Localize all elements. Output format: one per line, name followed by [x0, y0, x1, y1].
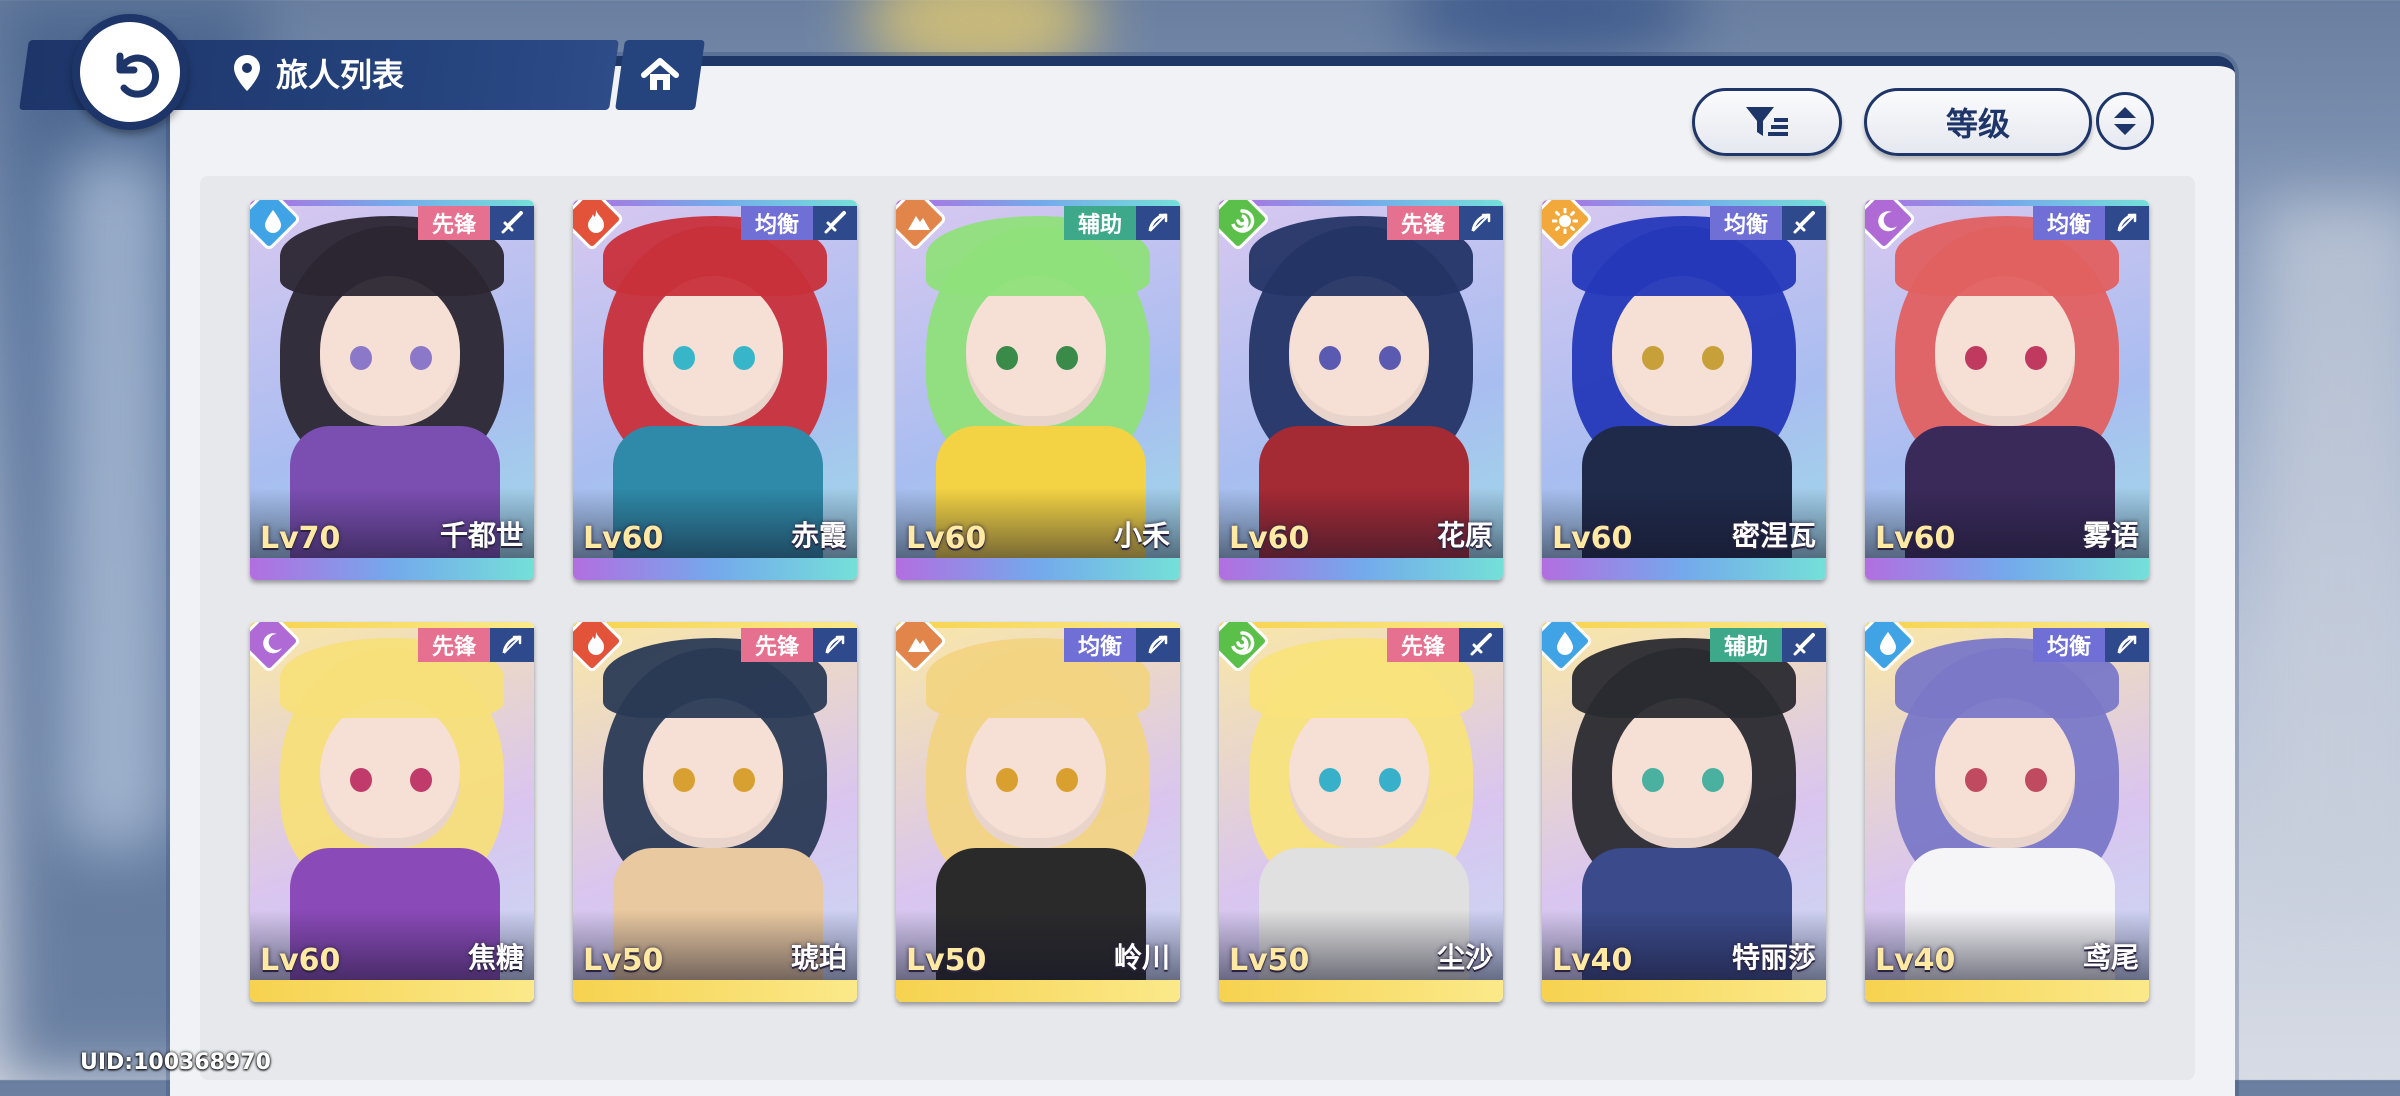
water-element-icon	[1548, 626, 1582, 660]
role-tag: 均衡	[1063, 628, 1136, 662]
character-level: Lv40	[1552, 943, 1633, 978]
sort-label: 等级	[1945, 105, 2010, 143]
sort-order-icon	[2110, 104, 2140, 138]
rarity-bar	[573, 980, 857, 1002]
character-level: Lv60	[906, 521, 987, 556]
bow-weapon-icon	[490, 628, 534, 662]
home-button[interactable]	[615, 40, 705, 110]
rarity-bar	[1219, 558, 1503, 580]
role-tag: 先锋	[417, 206, 490, 240]
filter-icon	[1744, 104, 1790, 140]
home-icon	[640, 57, 680, 93]
character-card[interactable]: 先锋 Lv60 焦糖	[250, 622, 534, 1002]
character-name: 尘沙	[1436, 941, 1493, 974]
role-tag: 辅助	[1709, 628, 1782, 662]
character-name: 特丽莎	[1731, 941, 1816, 974]
rarity-bar	[1865, 980, 2149, 1002]
character-level: Lv60	[583, 521, 664, 556]
water-element-icon	[256, 204, 290, 238]
rarity-bar	[250, 980, 534, 1002]
sword-weapon-icon	[1782, 628, 1826, 662]
filter-button[interactable]	[1692, 88, 1842, 156]
character-card[interactable]: 均衡 Lv60 密涅瓦	[1542, 200, 1826, 580]
wind-element-icon	[1225, 204, 1259, 238]
water-element-icon	[1871, 626, 1905, 660]
role-tag: 均衡	[2032, 206, 2105, 240]
character-name: 鸢尾	[2082, 941, 2139, 974]
bow-weapon-icon	[2105, 206, 2149, 240]
character-name: 焦糖	[467, 941, 524, 974]
role-tag: 先锋	[1386, 206, 1459, 240]
character-level: Lv60	[1229, 521, 1310, 556]
character-card[interactable]: 均衡 Lv60 赤霞	[573, 200, 857, 580]
character-level: Lv60	[260, 943, 341, 978]
rarity-bar	[1865, 558, 2149, 580]
character-card[interactable]: 先锋 Lv70 千都世	[250, 200, 534, 580]
role-tag: 辅助	[1063, 206, 1136, 240]
bow-weapon-icon	[1136, 206, 1180, 240]
character-name: 琥珀	[790, 941, 847, 974]
role-tag: 先锋	[417, 628, 490, 662]
rarity-bar	[250, 558, 534, 580]
bow-weapon-icon	[1459, 206, 1503, 240]
character-level: Lv60	[1875, 521, 1956, 556]
character-name: 雾语	[2082, 519, 2139, 552]
character-card[interactable]: 均衡 Lv50 岭川	[896, 622, 1180, 1002]
character-card[interactable]: 先锋 Lv60 花原	[1219, 200, 1503, 580]
dark-element-icon	[1871, 204, 1905, 238]
light-element-icon	[1548, 204, 1582, 238]
character-card[interactable]: 辅助 Lv40 特丽莎	[1542, 622, 1826, 1002]
character-level: Lv50	[906, 943, 987, 978]
character-name: 花原	[1436, 519, 1493, 552]
character-name: 密涅瓦	[1731, 519, 1816, 552]
character-level: Lv70	[260, 521, 341, 556]
rarity-bar	[1542, 558, 1826, 580]
character-card[interactable]: 先锋 Lv50 尘沙	[1219, 622, 1503, 1002]
sort-order-toggle[interactable]	[2096, 92, 2154, 150]
fire-element-icon	[579, 626, 613, 660]
page-title: 旅人列表	[276, 56, 405, 94]
earth-element-icon	[902, 626, 936, 660]
character-name: 赤霞	[790, 519, 847, 552]
role-tag: 均衡	[2032, 628, 2105, 662]
character-name: 岭川	[1113, 941, 1170, 974]
sword-weapon-icon	[813, 206, 857, 240]
role-tag: 均衡	[740, 206, 813, 240]
back-button[interactable]	[72, 14, 188, 130]
role-tag: 均衡	[1709, 206, 1782, 240]
dark-element-icon	[256, 626, 290, 660]
character-card[interactable]: 辅助 Lv60 小禾	[896, 200, 1180, 580]
character-card[interactable]: 均衡 Lv60 雾语	[1865, 200, 2149, 580]
character-card[interactable]: 先锋 Lv50 琥珀	[573, 622, 857, 1002]
bow-weapon-icon	[2105, 628, 2149, 662]
rarity-bar	[573, 558, 857, 580]
character-level: Lv50	[583, 943, 664, 978]
earth-element-icon	[902, 204, 936, 238]
sword-weapon-icon	[490, 206, 534, 240]
character-level: Lv40	[1875, 943, 1956, 978]
character-card[interactable]: 均衡 Lv40 鸢尾	[1865, 622, 2149, 1002]
sword-weapon-icon	[1459, 628, 1503, 662]
sword-weapon-icon	[1782, 206, 1826, 240]
sort-dropdown[interactable]: 等级	[1864, 88, 2092, 156]
character-level: Lv60	[1552, 521, 1633, 556]
rarity-bar	[896, 980, 1180, 1002]
location-title: 旅人列表	[232, 48, 404, 98]
character-name: 千都世	[439, 519, 524, 552]
role-tag: 先锋	[740, 628, 813, 662]
uid-label: UID:100368970	[80, 1050, 271, 1075]
rarity-bar	[896, 558, 1180, 580]
back-arrow-icon	[100, 42, 160, 102]
fire-element-icon	[579, 204, 613, 238]
character-name: 小禾	[1113, 519, 1170, 552]
bow-weapon-icon	[813, 628, 857, 662]
role-tag: 先锋	[1386, 628, 1459, 662]
location-pin-icon	[232, 53, 262, 93]
rarity-bar	[1542, 980, 1826, 1002]
wind-element-icon	[1225, 626, 1259, 660]
character-level: Lv50	[1229, 943, 1310, 978]
bow-weapon-icon	[1136, 628, 1180, 662]
rarity-bar	[1219, 980, 1503, 1002]
